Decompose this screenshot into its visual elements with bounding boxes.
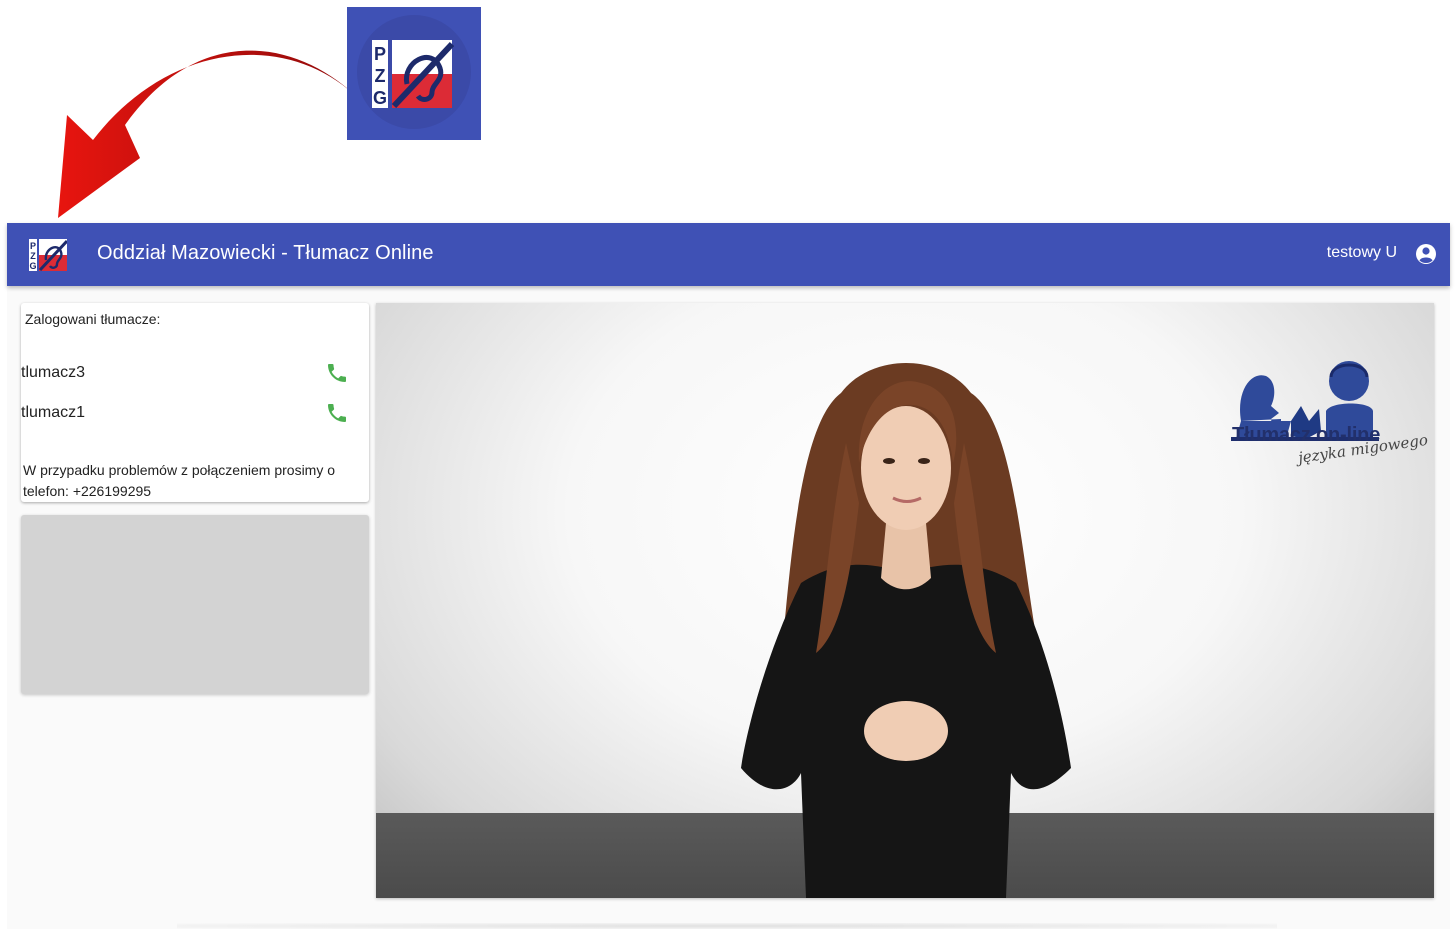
screenshot: P Z G P Z G Oddział Mazowiecki - Tłumacz… — [0, 0, 1455, 929]
local-video-placeholder — [21, 515, 369, 694]
phone-icon[interactable] — [325, 401, 349, 425]
svg-text:Z: Z — [30, 251, 36, 261]
user-name[interactable]: testowy U — [1327, 244, 1397, 262]
logo-letter-z: Z — [375, 66, 386, 86]
red-curved-arrow — [58, 50, 360, 218]
logo-letter-p: P — [374, 44, 386, 64]
interpreter-name: tlumacz1 — [21, 404, 86, 421]
interpreter-figure — [741, 363, 1071, 898]
panel-heading: Zalogowani tłumacze: — [25, 311, 161, 327]
app-window: P Z G Oddział Mazowiecki - Tłumacz Onlin… — [7, 223, 1450, 929]
interpreter-row: tlumacz3 — [21, 358, 369, 390]
video-player[interactable]: Tłumacz on-line języka migowego — [376, 303, 1434, 898]
pzg-logo-large: P Z G — [347, 7, 481, 140]
phone-icon[interactable] — [325, 361, 349, 385]
logo-letter-g: G — [373, 88, 387, 108]
tlumacz-online-logo — [1231, 361, 1379, 441]
app-title: Oddział Mazowiecki - Tłumacz Online — [97, 242, 434, 264]
svg-text:P: P — [30, 241, 36, 251]
svg-text:G: G — [29, 261, 36, 271]
top-app-bar: P Z G Oddział Mazowiecki - Tłumacz Onlin… — [7, 223, 1450, 286]
support-note: W przypadku problemów z połączeniem pros… — [23, 462, 336, 499]
pzg-logo-small: P Z G — [29, 239, 67, 271]
page-shadow — [177, 923, 1277, 929]
interpreter-name: tlumacz3 — [21, 364, 86, 381]
interpreters-panel: Zalogowani tłumacze: tlumacz3 tlumacz1 W… — [21, 303, 369, 502]
interpreter-row: tlumacz1 — [21, 398, 369, 430]
account-circle-icon[interactable] — [1414, 242, 1438, 266]
